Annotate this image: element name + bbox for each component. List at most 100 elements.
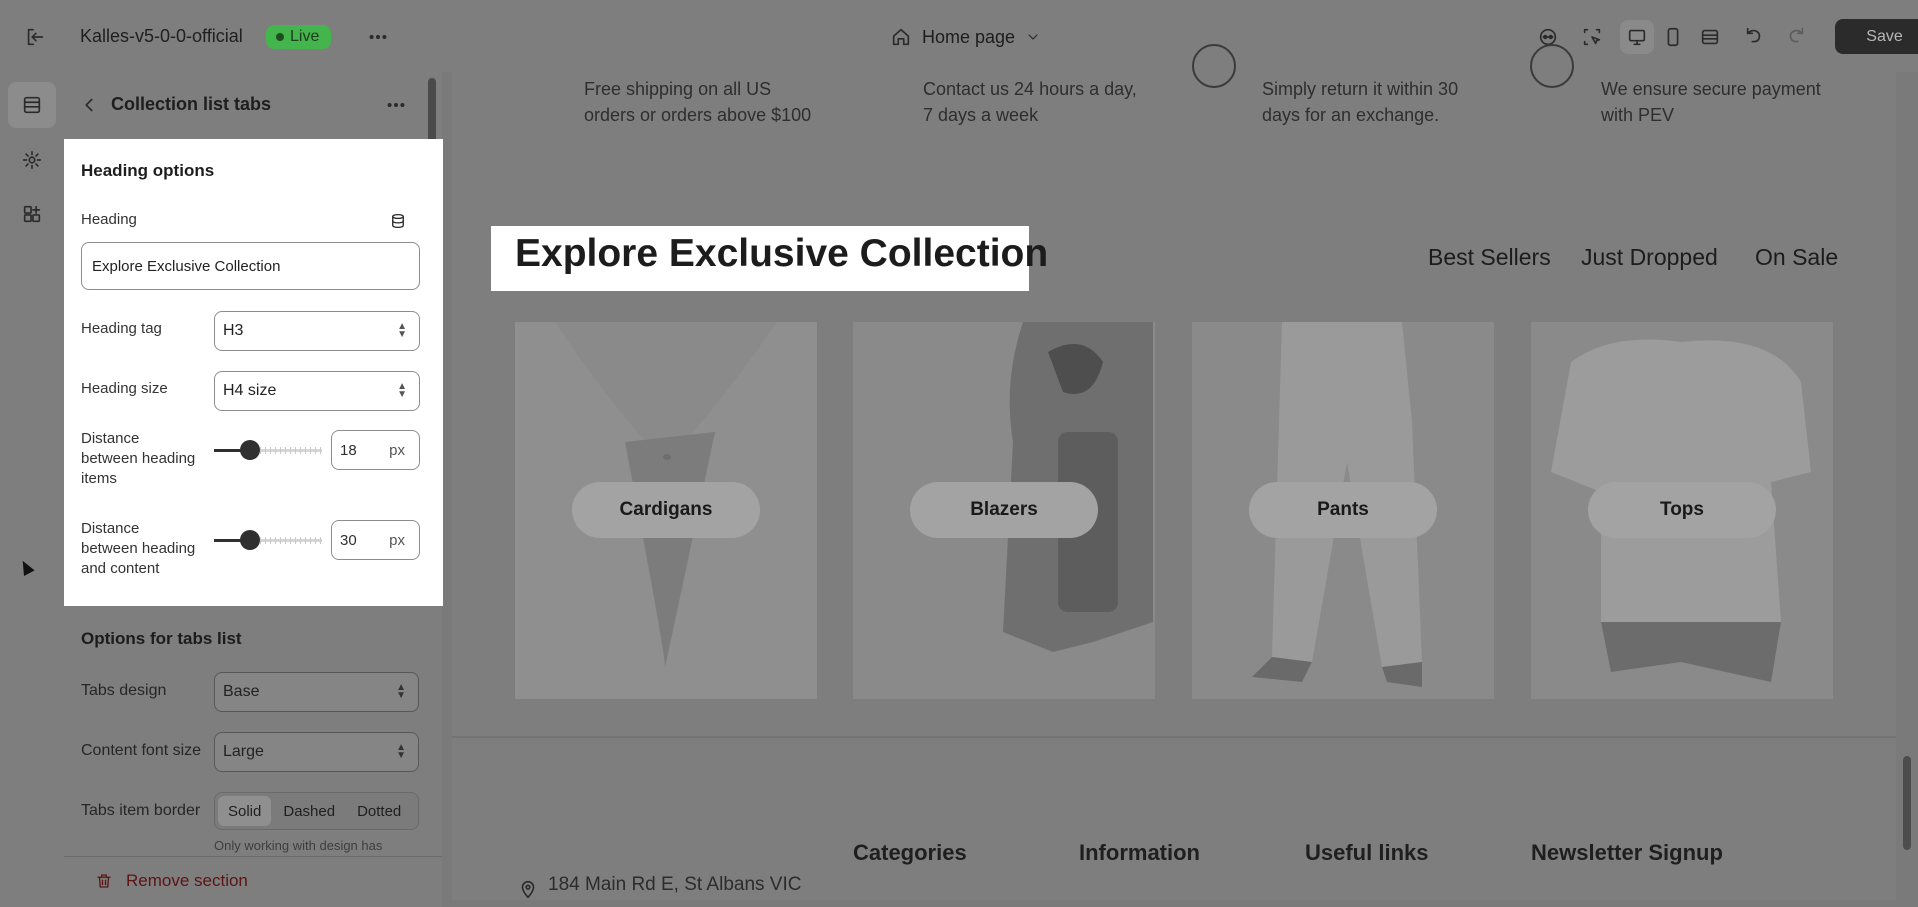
feature-support: Contact us 24 hours a day, 7 days a week: [923, 76, 1137, 128]
slider-thumb[interactable]: [240, 440, 260, 460]
fullscreen-icon[interactable]: [1697, 24, 1723, 50]
content-font-label: Content font size: [81, 742, 202, 759]
panel-more-icon[interactable]: [382, 93, 410, 117]
location-pin-icon: [516, 876, 540, 902]
feature-text: 7 days a week: [923, 105, 1039, 125]
distance-items-slider[interactable]: [214, 440, 322, 460]
left-rail: [0, 72, 64, 907]
sections-icon[interactable]: [19, 92, 45, 118]
distance-content-value: 30: [340, 531, 357, 549]
settings-icon[interactable]: [19, 147, 45, 173]
content-font-select[interactable]: Large ▲ ▼: [214, 732, 419, 772]
collection-label: Pants: [1249, 482, 1437, 538]
border-option-dashed[interactable]: Dashed: [273, 796, 345, 826]
heading-tag-label: Heading tag: [81, 320, 162, 337]
feature-text: Free shipping on all US: [584, 79, 772, 99]
heading-size-value: H4 size: [223, 382, 277, 399]
distance-items-value: 18: [340, 441, 357, 459]
distance-items-label-line: items: [81, 470, 117, 487]
heading-size-label: Heading size: [81, 380, 168, 397]
save-button[interactable]: Save: [1835, 19, 1918, 54]
preview-scrollbar-thumb[interactable]: [1903, 756, 1911, 850]
collection-card-pants[interactable]: Pants: [1192, 322, 1494, 699]
chevron-down-icon: [1028, 34, 1038, 40]
store-address: 184 Main Rd E, St Albans VIC: [548, 874, 802, 895]
inspector-icon[interactable]: [1579, 24, 1605, 50]
heading-options-title: Heading options: [81, 161, 215, 180]
tabs-border-segmented: Solid Dashed Dotted: [214, 792, 419, 830]
trash-icon[interactable]: [93, 870, 115, 892]
select-arrows-icon: ▲ ▼: [396, 682, 406, 701]
distance-items-label-line: between heading: [81, 450, 196, 467]
footer-heading-categories: Categories: [853, 840, 967, 865]
redo-icon[interactable]: [1782, 24, 1808, 50]
tabs-design-label: Tabs design: [81, 682, 167, 699]
exit-icon[interactable]: [22, 24, 48, 50]
more-icon[interactable]: [364, 24, 392, 50]
apps-icon[interactable]: [19, 201, 45, 227]
distance-content-label-line: Distance: [81, 520, 140, 537]
feature-text: Contact us 24 hours a day,: [923, 79, 1137, 99]
distance-content-label: Distance between heading and content: [81, 519, 195, 579]
desktop-icon[interactable]: [1624, 24, 1650, 50]
status-dot-icon: [276, 33, 284, 41]
border-note: Only working with design has: [214, 838, 383, 853]
footer-heading-information: Information: [1079, 840, 1200, 865]
panel-header: Collection list tabs: [64, 82, 436, 128]
tab-best-sellers[interactable]: Best Sellers: [1428, 244, 1551, 271]
feature-text: with PEV: [1601, 105, 1675, 125]
secure-payment-icon: [1530, 44, 1574, 88]
border-option-solid[interactable]: Solid: [218, 796, 272, 826]
heading-tag-select[interactable]: H3 ▲ ▼: [214, 311, 420, 351]
select-arrows-icon: ▲ ▼: [397, 381, 407, 400]
remove-section-button[interactable]: Remove section: [126, 871, 248, 891]
select-arrows-icon: ▲ ▼: [397, 321, 407, 340]
page-selector[interactable]: Home page: [890, 22, 1041, 52]
home-icon: [892, 28, 910, 46]
footer-heading-newsletter: Newsletter Signup: [1531, 840, 1723, 865]
dynamic-source-icon[interactable]: [387, 210, 409, 232]
heading-size-select[interactable]: H4 size ▲ ▼: [214, 371, 420, 411]
tabs-options-title: Options for tabs list: [81, 629, 242, 648]
distance-content-slider[interactable]: [214, 530, 322, 550]
collection-card-cardigans[interactable]: Cardigans: [515, 322, 817, 699]
collection-label: Cardigans: [572, 482, 760, 538]
content-font-value: Large: [223, 743, 264, 760]
collection-label: Tops: [1588, 482, 1776, 538]
collection-heading: Explore Exclusive Collection: [515, 232, 1049, 275]
heading-label: Heading: [81, 211, 137, 228]
distance-content-label-line: and content: [81, 560, 160, 577]
distance-items-label-line: Distance: [81, 430, 140, 447]
tab-on-sale[interactable]: On Sale: [1755, 244, 1838, 271]
tabs-design-value: Base: [223, 683, 260, 700]
distance-items-label: Distance between heading items: [81, 429, 195, 489]
page-selector-label: Home page: [922, 26, 1016, 47]
distance-content-label-line: between heading: [81, 540, 196, 557]
collection-card-blazers[interactable]: Blazers: [853, 322, 1155, 699]
section-divider: [452, 736, 1896, 738]
distance-items-input[interactable]: 18 px: [331, 430, 420, 470]
feature-text: Simply return it within 30: [1262, 79, 1459, 99]
back-icon[interactable]: [77, 93, 101, 117]
slider-thumb[interactable]: [240, 530, 260, 550]
remove-section-bar: [64, 856, 442, 907]
collection-card-tops[interactable]: Tops: [1531, 322, 1833, 699]
unit-label: px: [389, 531, 405, 549]
tabs-design-select[interactable]: Base ▲ ▼: [214, 672, 419, 712]
feature-text: orders or orders above $100: [584, 105, 812, 125]
shop-name: Kalles-v5-0-0-official: [80, 26, 243, 46]
mobile-icon[interactable]: [1660, 24, 1686, 50]
tab-just-dropped[interactable]: Just Dropped: [1581, 244, 1718, 271]
return-icon: [1192, 44, 1236, 88]
status-badge: Live: [266, 25, 332, 49]
distance-content-input[interactable]: 30 px: [331, 520, 420, 560]
border-option-dotted[interactable]: Dotted: [347, 796, 411, 826]
feature-returns: Simply return it within 30 days for an e…: [1262, 76, 1458, 128]
slider-ticks: [260, 537, 322, 544]
feature-shipping: Free shipping on all US orders or orders…: [584, 76, 811, 128]
heading-input[interactable]: Explore Exclusive Collection: [81, 242, 420, 290]
tabs-border-label: Tabs item border: [81, 802, 201, 819]
undo-icon[interactable]: [1742, 24, 1768, 50]
feature-payment: We ensure secure payment with PEV: [1601, 76, 1821, 128]
status-badge-label: Live: [290, 28, 320, 45]
